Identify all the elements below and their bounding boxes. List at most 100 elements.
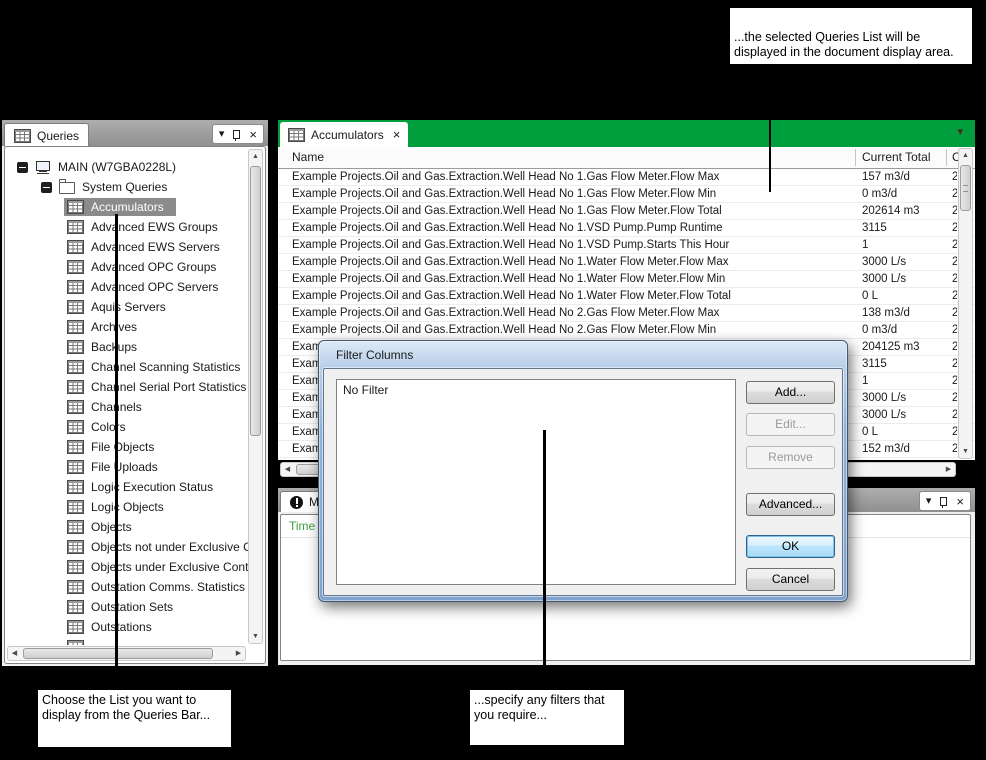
table-vertical-scrollbar[interactable]: ▲ ▼ <box>958 148 973 459</box>
tree-item-label: File Uploads <box>91 460 158 474</box>
table-header: Name Current Total C <box>278 147 975 169</box>
tree-item[interactable]: File Objects <box>5 437 263 457</box>
close-icon[interactable]: × <box>956 495 964 508</box>
tree-item[interactable]: Advanced EWS Servers <box>5 237 263 257</box>
column-header-name[interactable]: Name <box>292 150 324 164</box>
table-row[interactable]: Example Projects.Oil and Gas.Extraction.… <box>278 305 975 322</box>
pin-icon[interactable] <box>940 497 947 506</box>
tree-item[interactable]: Logic Objects <box>5 497 263 517</box>
table-row[interactable]: Example Projects.Oil and Gas.Extraction.… <box>278 237 975 254</box>
tree-item-label: Outstation Sets <box>91 600 173 614</box>
table-row[interactable]: Example Projects.Oil and Gas.Extraction.… <box>278 169 975 186</box>
tree-item[interactable]: Outstation Comms. Statistics <box>5 577 263 597</box>
query-list-icon <box>67 300 84 314</box>
cell-partial: 2 <box>952 271 957 287</box>
filter-list-box[interactable]: No Filter <box>336 379 736 585</box>
scroll-right-icon[interactable]: ▶ <box>942 463 955 476</box>
tree-item[interactable]: Channels <box>5 397 263 417</box>
query-list-icon <box>67 240 84 254</box>
close-tab-icon[interactable]: × <box>393 128 401 141</box>
query-list-icon <box>67 540 84 554</box>
close-icon[interactable]: × <box>249 128 257 141</box>
tree-item-accumulators-selected[interactable]: Accumulators <box>5 197 263 217</box>
tree-item-main[interactable]: MAIN (W7GBA0228L) <box>5 157 263 177</box>
tree-item[interactable]: Backups <box>5 337 263 357</box>
scroll-up-icon[interactable]: ▲ <box>959 149 972 162</box>
tree-item-clipped[interactable] <box>5 637 263 645</box>
tabbar-dropdown-icon[interactable]: ▾ <box>957 125 963 138</box>
scroll-thumb[interactable] <box>250 166 261 436</box>
computer-icon <box>35 161 51 174</box>
tree-item[interactable]: Outstation Sets <box>5 597 263 617</box>
advanced-button[interactable]: Advanced... <box>746 493 835 516</box>
query-list-icon <box>67 480 84 494</box>
scroll-thumb[interactable] <box>960 165 971 211</box>
query-list-icon <box>288 128 305 142</box>
queries-tab[interactable]: Queries <box>4 123 89 147</box>
table-row[interactable]: Example Projects.Oil and Gas.Extraction.… <box>278 288 975 305</box>
cancel-button[interactable]: Cancel <box>746 568 835 591</box>
cell-name: Example Projects.Oil and Gas.Extraction.… <box>292 322 850 338</box>
tree-item[interactable]: Advanced OPC Groups <box>5 257 263 277</box>
scroll-down-icon[interactable]: ▼ <box>959 445 972 458</box>
tab-label: Accumulators <box>311 128 384 142</box>
table-row[interactable]: Example Projects.Oil and Gas.Extraction.… <box>278 322 975 339</box>
edit-button: Edit... <box>746 413 835 436</box>
scroll-left-icon[interactable]: ◀ <box>281 463 294 476</box>
scroll-up-icon[interactable]: ▲ <box>249 150 262 163</box>
cell-current-total: 3000 L/s <box>862 390 946 406</box>
table-row[interactable]: Example Projects.Oil and Gas.Extraction.… <box>278 186 975 203</box>
panel-menu-icon[interactable]: ▾ <box>926 496 932 507</box>
cell-current-total: 157 m3/d <box>862 169 946 185</box>
scroll-down-icon[interactable]: ▼ <box>249 630 262 643</box>
query-list-icon <box>67 320 84 334</box>
add-button[interactable]: Add... <box>746 381 835 404</box>
tab-accumulators[interactable]: Accumulators × <box>280 122 408 147</box>
column-header-current-total[interactable]: Current Total <box>862 150 930 164</box>
tree-item[interactable]: Channel Scanning Statistics <box>5 357 263 377</box>
cell-partial: 2 <box>952 373 957 389</box>
column-header-time[interactable]: Time <box>289 519 315 533</box>
column-divider[interactable] <box>855 149 856 166</box>
column-divider[interactable] <box>946 149 947 166</box>
scroll-right-icon[interactable]: ▶ <box>232 647 245 660</box>
tree-item[interactable]: Outstations <box>5 617 263 637</box>
ok-button[interactable]: OK <box>746 535 835 558</box>
scroll-left-icon[interactable]: ◀ <box>8 647 21 660</box>
table-row[interactable]: Example Projects.Oil and Gas.Extraction.… <box>278 254 975 271</box>
tree-item[interactable]: Advanced OPC Servers <box>5 277 263 297</box>
tree-item[interactable]: Objects <box>5 517 263 537</box>
query-list-icon <box>67 640 84 645</box>
tree-item[interactable]: Channel Serial Port Statistics <box>5 377 263 397</box>
tree-horizontal-scrollbar[interactable]: ◀ ▶ <box>7 646 246 661</box>
pin-icon[interactable] <box>233 130 240 139</box>
queries-tree-container: MAIN (W7GBA0228L) System Queries Accumul… <box>4 146 266 664</box>
annotation-display-note: ...the selected Queries List will be dis… <box>730 8 972 64</box>
tree-item[interactable]: Objects not under Exclusive Cont <box>5 537 263 557</box>
tree-item[interactable]: Advanced EWS Groups <box>5 217 263 237</box>
tree-item-label: System Queries <box>82 180 167 194</box>
tree-item[interactable]: Aquis Servers <box>5 297 263 317</box>
tree-item[interactable]: Objects under Exclusive Control <box>5 557 263 577</box>
cell-partial: 2 <box>952 390 957 406</box>
cell-partial: 2 <box>952 339 957 355</box>
table-row[interactable]: Example Projects.Oil and Gas.Extraction.… <box>278 203 975 220</box>
tree-item[interactable]: Logic Execution Status <box>5 477 263 497</box>
tree-item[interactable]: File Uploads <box>5 457 263 477</box>
scroll-thumb[interactable] <box>23 648 213 659</box>
cell-current-total: 3115 <box>862 220 946 236</box>
messages-panel-controls: ▾ × <box>919 491 971 511</box>
query-list-icon <box>67 620 84 634</box>
collapse-icon[interactable] <box>41 182 52 193</box>
tree-vertical-scrollbar[interactable]: ▲ ▼ <box>248 149 263 644</box>
queries-panel-controls: ▾ × <box>212 124 264 144</box>
query-list-icon <box>67 420 84 434</box>
table-row[interactable]: Example Projects.Oil and Gas.Extraction.… <box>278 220 975 237</box>
panel-menu-icon[interactable]: ▾ <box>219 129 225 140</box>
tree-item-system-queries[interactable]: System Queries <box>5 177 263 197</box>
tree-item[interactable]: Colors <box>5 417 263 437</box>
table-row[interactable]: Example Projects.Oil and Gas.Extraction.… <box>278 271 975 288</box>
collapse-icon[interactable] <box>17 162 28 173</box>
cell-name: Example Projects.Oil and Gas.Extraction.… <box>292 220 850 236</box>
tree-item[interactable]: Archives <box>5 317 263 337</box>
